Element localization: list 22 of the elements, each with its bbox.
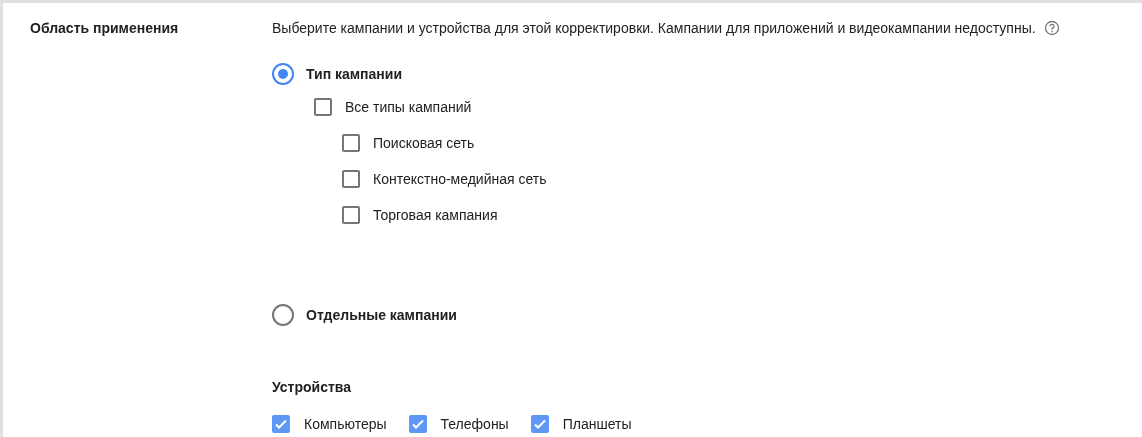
checkbox[interactable]: [342, 170, 360, 188]
checkbox-label: Планшеты: [562, 416, 632, 432]
checkbox-label: Контекстно-медийная сеть: [373, 171, 547, 187]
section-description: Выберите кампании и устройства для этой корректировки. Кампании для приложений и видеокампании недоступны.: [272, 20, 1036, 36]
checkbox[interactable]: [342, 134, 360, 152]
checkbox[interactable]: [272, 415, 290, 433]
radio-label: Отдельные кампании: [306, 307, 457, 323]
checkbox[interactable]: [314, 98, 332, 116]
checkbox[interactable]: [530, 415, 549, 433]
checkbox-label: Поисковая сеть: [373, 135, 475, 151]
devices-heading: Устройства: [272, 379, 353, 395]
checkbox-label: Телефоны: [440, 416, 509, 432]
radio-button[interactable]: [272, 63, 294, 85]
checkbox[interactable]: [408, 415, 427, 433]
checkbox-label: Все типы кампаний: [345, 99, 472, 115]
checkbox[interactable]: [342, 206, 360, 224]
checkbox-label: Торговая кампания: [373, 207, 498, 223]
checkbox-label: Компьютеры: [304, 416, 387, 432]
help-icon[interactable]: [1043, 20, 1060, 36]
radio-button[interactable]: [272, 304, 294, 326]
radio-label: Тип кампании: [306, 66, 403, 82]
section-label: Область применения: [30, 20, 179, 36]
